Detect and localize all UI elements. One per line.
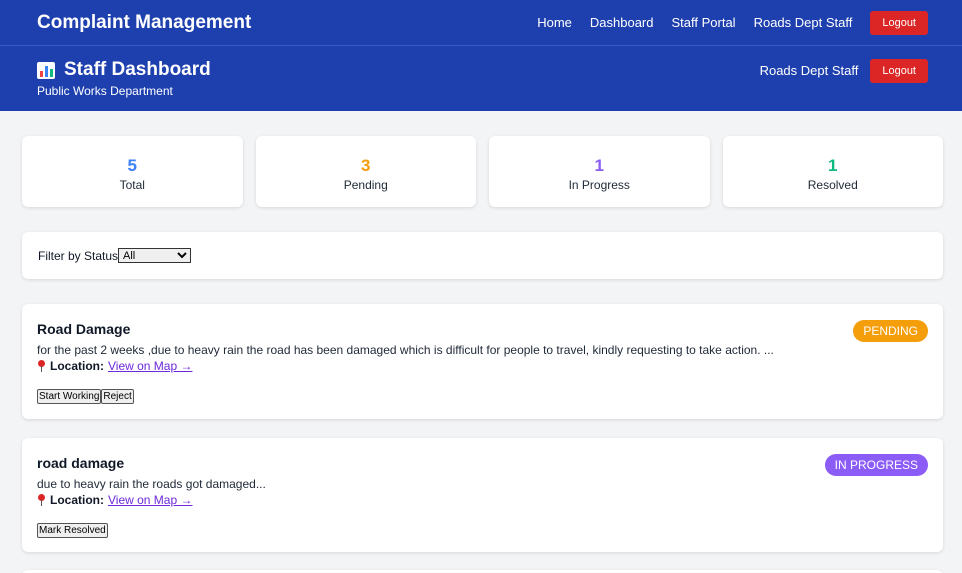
dashboard-user-area: Roads Dept Staff Logout (760, 59, 928, 111)
nav-link-home[interactable]: Home (537, 15, 572, 30)
stat-value: 5 (127, 156, 137, 175)
stat-label: Total (119, 178, 145, 192)
stat-label: In Progress (568, 178, 630, 192)
location-label: Location: (50, 359, 104, 373)
nav-links: Home Dashboard Staff Portal Roads Dept S… (519, 10, 928, 35)
current-user-name: Roads Dept Staff (759, 63, 859, 78)
mark-resolved-button[interactable]: Mark Resolved (37, 523, 108, 538)
stat-value: 3 (361, 156, 371, 175)
page-title: Staff Dashboard (37, 59, 211, 81)
location-pin-icon (37, 359, 46, 373)
dashboard-logout-button[interactable]: Logout (870, 59, 928, 83)
stat-card-pending: 3 Pending (255, 136, 476, 207)
location-label: Location: (50, 493, 104, 507)
status-badge: PENDING (853, 320, 928, 342)
location-pin-icon (37, 493, 46, 507)
complaint-description: due to heavy rain the roads got damaged.… (37, 477, 266, 491)
complaint-card: Road Damage for the past 2 weeks ,due to… (22, 304, 943, 419)
complaint-description: for the past 2 weeks ,due to heavy rain … (37, 343, 774, 357)
nav-link-user[interactable]: Roads Dept Staff (754, 15, 853, 30)
complaint-location: Location: View on Map → (37, 493, 928, 507)
stats-row: 5 Total 3 Pending 1 In Progress 1 Resolv… (0, 111, 962, 207)
stat-card-total: 5 Total (22, 136, 243, 207)
view-on-map-link[interactable]: View on Map → (108, 359, 193, 373)
stat-card-in-progress: 1 In Progress (489, 136, 710, 207)
page-title-text: Staff Dashboard (64, 59, 211, 80)
department-subtitle: Public Works Department (37, 84, 173, 98)
top-navbar: Complaint Management Home Dashboard Staf… (0, 0, 962, 46)
status-filter-panel: Filter by Status All (22, 232, 943, 279)
complaint-location: Location: View on Map → (37, 359, 928, 373)
bar-chart-icon (37, 61, 55, 79)
complaint-title: Road Damage (37, 321, 131, 337)
nav-logout-button[interactable]: Logout (870, 10, 928, 35)
dashboard-header: Staff Dashboard Public Works Department … (0, 46, 962, 111)
nav-link-dashboard[interactable]: Dashboard (590, 15, 654, 30)
status-badge: IN PROGRESS (824, 454, 928, 476)
nav-link-staff-portal[interactable]: Staff Portal (672, 15, 736, 30)
stat-label: Pending (343, 178, 388, 192)
stat-value: 1 (594, 156, 604, 175)
complaint-title: road damage (37, 455, 125, 471)
app-brand[interactable]: Complaint Management (37, 12, 251, 34)
status-filter-select[interactable]: All (118, 248, 192, 263)
stat-label: Resolved (807, 178, 858, 192)
view-on-map-link[interactable]: View on Map → (108, 493, 193, 507)
complaint-actions: Start Working Reject (37, 389, 928, 404)
reject-button[interactable]: Reject (101, 389, 134, 404)
stat-value: 1 (828, 156, 838, 175)
complaint-actions: Mark Resolved (37, 523, 928, 538)
complaint-card: road damage due to heavy rain the roads … (22, 438, 943, 552)
dashboard-title-block: Staff Dashboard Public Works Department (37, 59, 211, 111)
start-working-button[interactable]: Start Working (37, 389, 102, 404)
stat-card-resolved: 1 Resolved (722, 136, 943, 207)
filter-label: Filter by Status (38, 248, 119, 263)
